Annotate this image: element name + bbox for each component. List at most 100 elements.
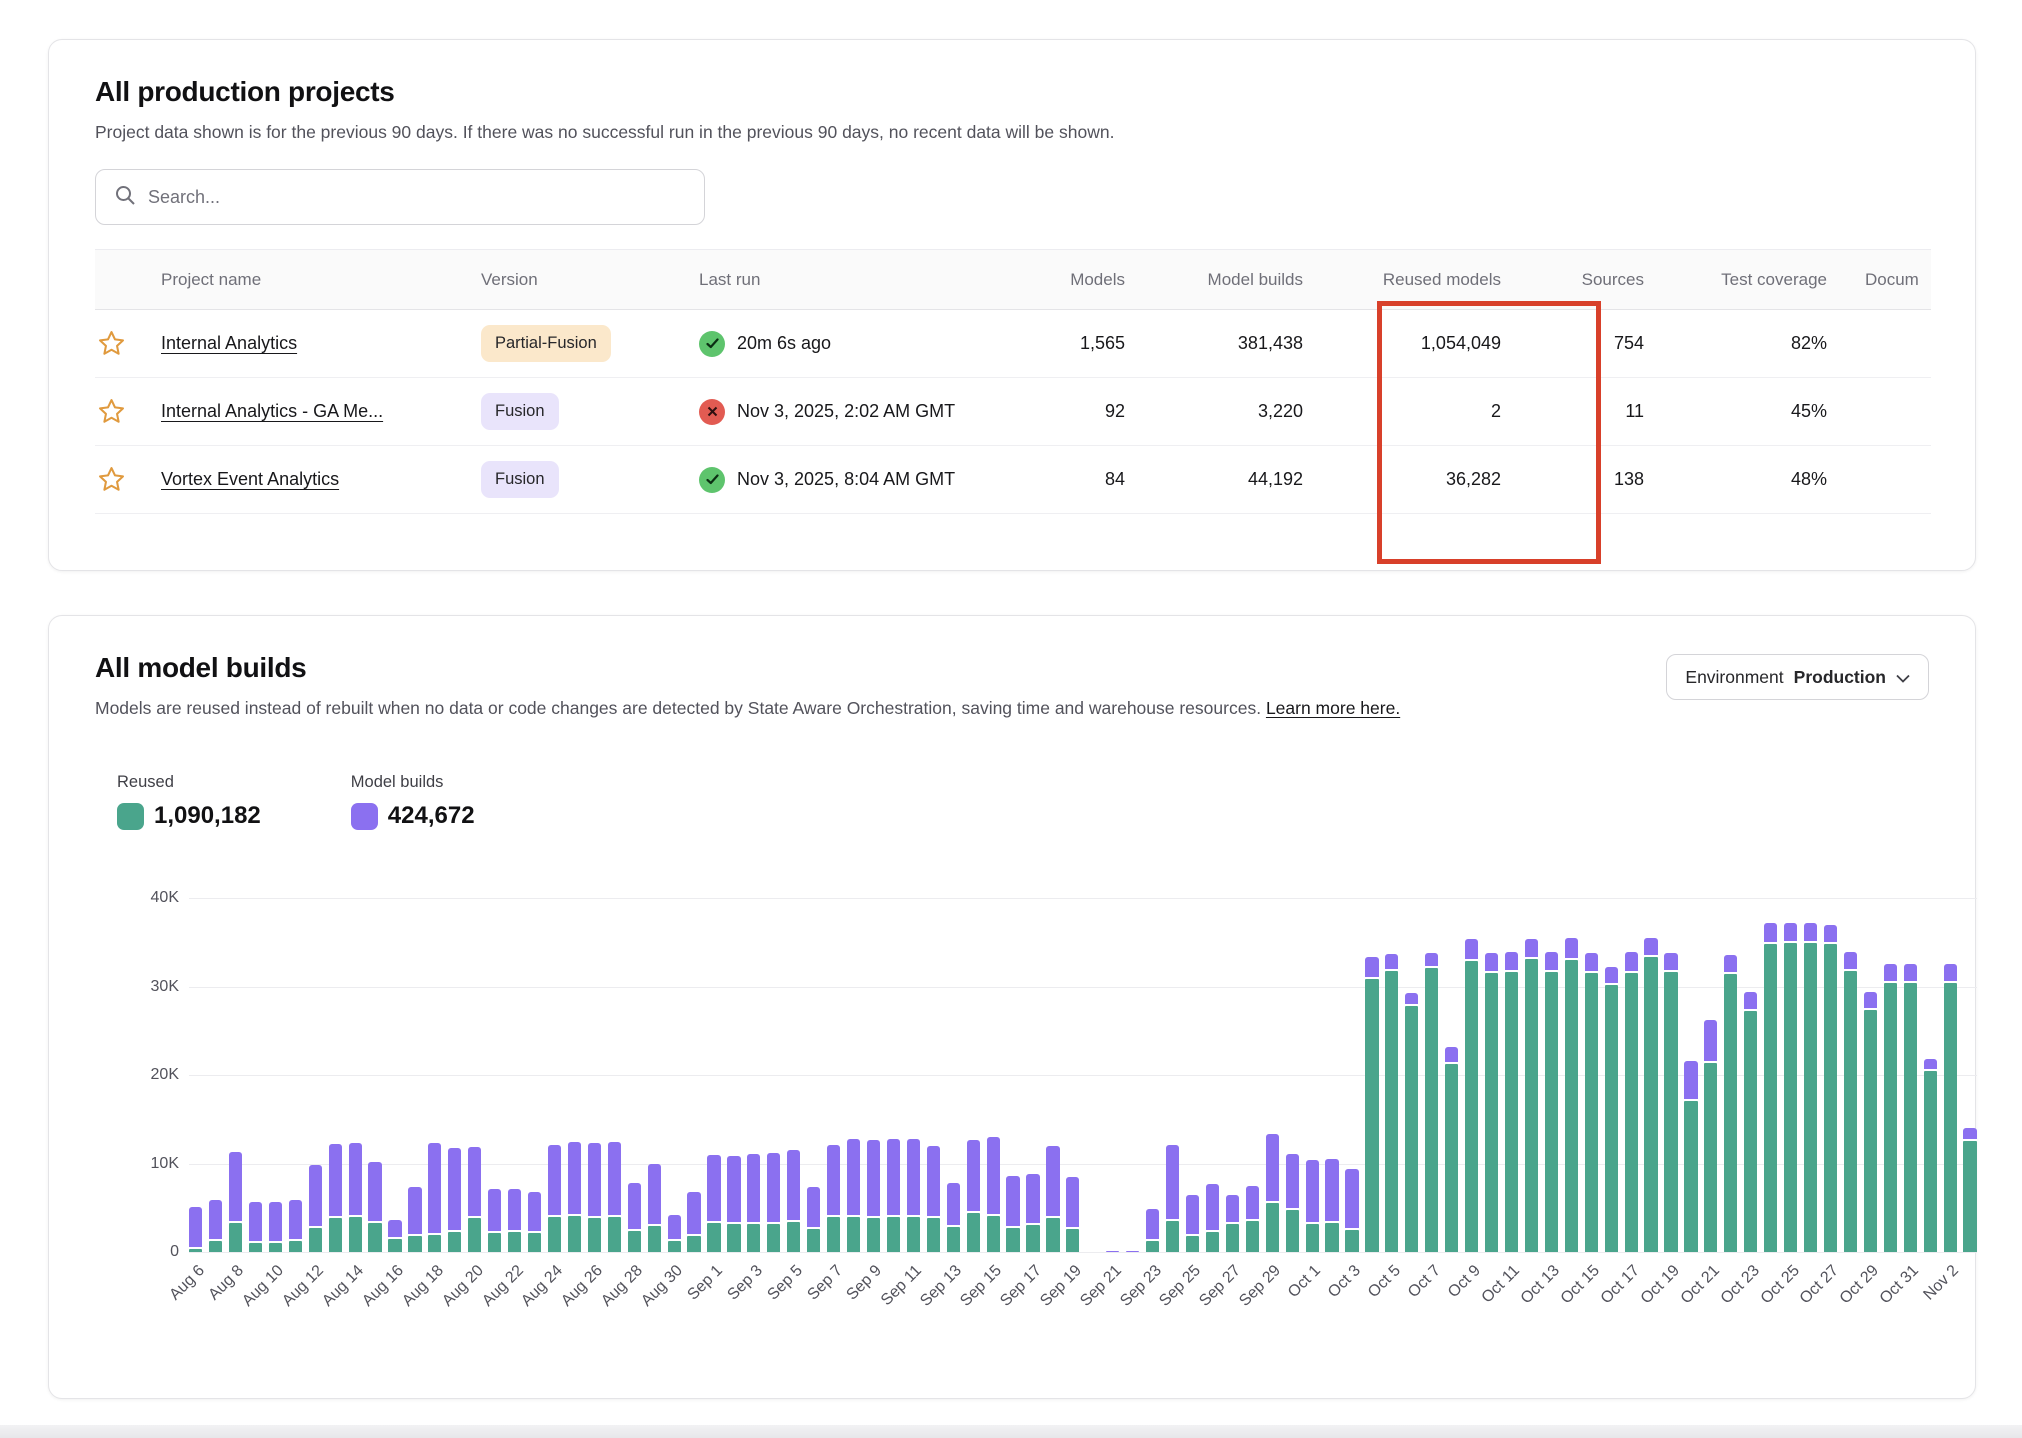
model-builds-segment (767, 1153, 780, 1222)
model-builds-segment (568, 1142, 581, 1214)
builds-card-title: All model builds (95, 652, 1400, 684)
reused-segment (1545, 972, 1558, 1252)
favorite-star-button[interactable] (95, 397, 161, 426)
models-cell: 1,565 (1035, 333, 1125, 354)
model-builds-segment (747, 1154, 760, 1222)
bar-aug-28: Aug 28 (628, 898, 641, 1252)
chart-legend: Reused 1,090,182 Model builds 424,672 (117, 773, 1929, 830)
x-axis-label-aug-6: Aug 6 (166, 1262, 208, 1304)
bar-aug-26: Aug 26 (588, 898, 601, 1252)
y-axis-label-40K: 40K (119, 889, 179, 907)
y-axis-label-0: 0 (119, 1243, 179, 1261)
col-documentation: Docum (1827, 270, 1931, 290)
reused-segment (1963, 1141, 1976, 1253)
bar-sep-23: Sep 23 (1146, 898, 1159, 1252)
last-run-text: Nov 3, 2025, 8:04 AM GMT (737, 469, 955, 490)
model-builds-segment (887, 1139, 900, 1214)
favorite-star-button[interactable] (95, 329, 161, 358)
bar-sep-28 (1246, 898, 1259, 1252)
col-model-builds: Model builds (1125, 270, 1303, 290)
bar-aug-27 (608, 898, 621, 1252)
model-builds-segment (1644, 938, 1657, 955)
x-axis-label-oct-29: Oct 29 (1837, 1262, 1883, 1308)
model-builds-segment (1724, 955, 1737, 972)
model-builds-segment (727, 1156, 740, 1221)
model-builds-segment (707, 1155, 720, 1220)
bar-oct-24 (1764, 898, 1777, 1252)
bar-aug-29 (648, 898, 661, 1252)
favorite-star-button[interactable] (95, 465, 161, 494)
environment-selector[interactable]: Environment Production (1666, 654, 1929, 700)
reused-segment (867, 1218, 880, 1253)
reused-segment (1365, 979, 1378, 1252)
project-name-cell: Vortex Event Analytics (161, 469, 481, 490)
model-builds-segment (1405, 993, 1418, 1004)
bar-sep-22 (1126, 898, 1139, 1252)
star-icon (97, 397, 126, 426)
y-axis-label-30K: 30K (119, 978, 179, 996)
reused-segment (847, 1217, 860, 1252)
bar-aug-10: Aug 10 (269, 898, 282, 1252)
last-run-cell: 20m 6s ago (699, 331, 1035, 357)
bar-sep-5: Sep 5 (787, 898, 800, 1252)
model-builds-segment (1924, 1059, 1937, 1070)
learn-more-link[interactable]: Learn more here. (1266, 698, 1400, 718)
reused-segment (1505, 972, 1518, 1252)
bar-oct-30 (1884, 898, 1897, 1252)
bar-sep-20 (1086, 898, 1099, 1252)
reused-segment (1385, 971, 1398, 1252)
bar-sep-19: Sep 19 (1066, 898, 1079, 1252)
model-builds-segment (388, 1220, 401, 1237)
col-models: Models (1035, 270, 1125, 290)
model-builds-segment (1664, 953, 1677, 971)
model-builds-segment (1106, 1251, 1119, 1252)
projects-card-subtitle: Project data shown is for the previous 9… (95, 122, 1929, 143)
reused-segment (1026, 1225, 1039, 1252)
model-builds-segment (967, 1140, 980, 1211)
legend-reused-value: 1,090,182 (154, 802, 261, 830)
models-cell: 84 (1035, 469, 1125, 490)
reused-segment (987, 1216, 1000, 1252)
bar-aug-6: Aug 6 (189, 898, 202, 1252)
model-builds-segment (548, 1145, 561, 1215)
model-builds-segment (368, 1162, 381, 1220)
model-builds-segment (1704, 1020, 1717, 1061)
search-input[interactable] (148, 187, 686, 208)
bar-aug-21 (488, 898, 501, 1252)
model-builds-segment (1266, 1134, 1279, 1201)
legend-reused-label: Reused (117, 773, 261, 792)
version-cell: Partial-Fusion (481, 325, 699, 362)
bar-sep-4 (767, 898, 780, 1252)
bar-oct-22 (1724, 898, 1737, 1252)
reused-segment (668, 1241, 681, 1252)
x-axis-label-oct-17: Oct 17 (1598, 1262, 1644, 1308)
reused-segment (1924, 1071, 1937, 1252)
last-run-text: 20m 6s ago (737, 333, 831, 354)
model-builds-segment (349, 1143, 362, 1215)
model-builds-segment (1764, 923, 1777, 942)
model-builds-segment (1605, 967, 1618, 983)
x-axis-label-aug-26: Aug 26 (558, 1262, 607, 1311)
test-coverage-cell: 82% (1644, 333, 1827, 354)
models-cell: 92 (1035, 401, 1125, 422)
model-builds-segment (1006, 1176, 1019, 1226)
project-link[interactable]: Internal Analytics (161, 333, 297, 353)
x-axis-label-oct-13: Oct 13 (1518, 1262, 1564, 1308)
bars-container: Aug 6Aug 8Aug 10Aug 12Aug 14Aug 16Aug 18… (189, 898, 1977, 1252)
reused-segment (1425, 968, 1438, 1252)
bar-sep-6 (807, 898, 820, 1252)
bar-aug-12: Aug 12 (309, 898, 322, 1252)
version-badge: Fusion (481, 393, 559, 430)
project-link[interactable]: Internal Analytics - GA Me... (161, 401, 383, 421)
reused-segment (628, 1231, 641, 1252)
y-axis-label-10K: 10K (119, 1155, 179, 1173)
bar-aug-23 (528, 898, 541, 1252)
reused-segment (827, 1217, 840, 1252)
project-link[interactable]: Vortex Event Analytics (161, 469, 339, 489)
reused-segment (1884, 983, 1897, 1252)
model-builds-segment (588, 1143, 601, 1216)
col-sources: Sources (1501, 270, 1644, 290)
production-projects-card: All production projects Project data sho… (48, 39, 1976, 571)
reused-segment (1525, 959, 1538, 1252)
project-search[interactable] (95, 169, 705, 225)
